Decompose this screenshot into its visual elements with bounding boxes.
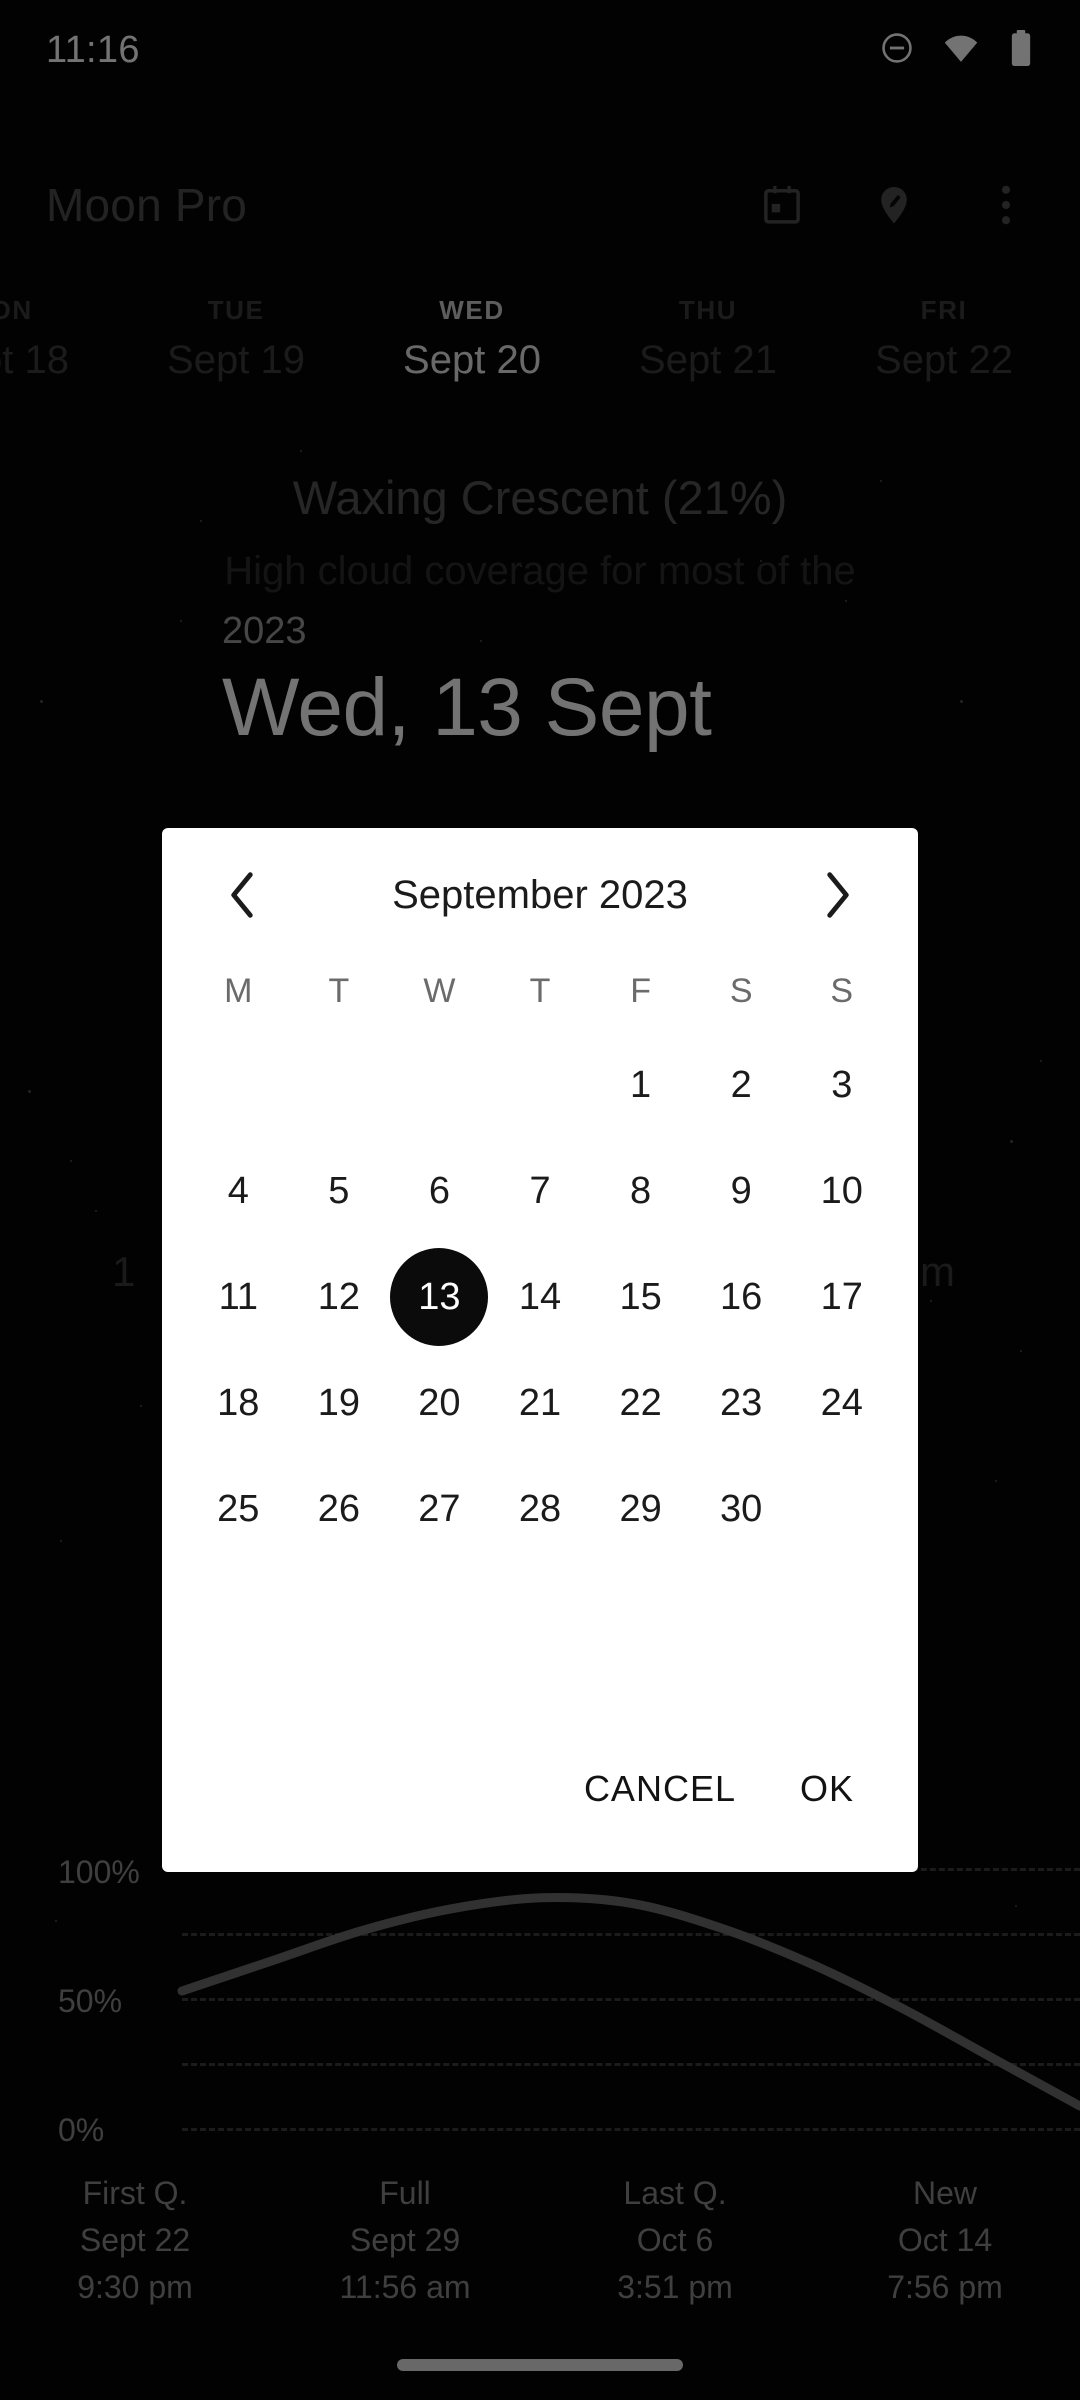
calendar-day[interactable]: 28 bbox=[490, 1456, 591, 1562]
calendar-day[interactable]: 15 bbox=[590, 1244, 691, 1350]
chevron-right-icon[interactable] bbox=[806, 863, 870, 927]
calendar-week-row: 25 26 27 28 29 30 bbox=[188, 1456, 892, 1562]
chevron-left-icon[interactable] bbox=[210, 863, 274, 927]
calendar-day[interactable]: 16 bbox=[691, 1244, 792, 1350]
calendar-month-title: September 2023 bbox=[392, 872, 688, 917]
cancel-button[interactable]: CANCEL bbox=[578, 1758, 742, 1820]
calendar-weekday: T bbox=[328, 971, 350, 1010]
calendar-day[interactable]: 7 bbox=[490, 1138, 591, 1244]
calendar-day[interactable]: 5 bbox=[289, 1138, 390, 1244]
calendar-day[interactable]: 11 bbox=[188, 1244, 289, 1350]
date-picker-dialog: September 2023 MTWTFSS 1 2 3 4 5 6 7 8 9 10 11 12 13… bbox=[162, 828, 918, 1872]
calendar-weekday: S bbox=[830, 971, 854, 1010]
calendar-day-empty bbox=[389, 1032, 490, 1138]
calendar-day-selected[interactable]: 13 bbox=[389, 1244, 490, 1350]
calendar-week-row: 11 12 13 14 15 16 17 bbox=[188, 1244, 892, 1350]
calendar-day[interactable]: 24 bbox=[791, 1350, 892, 1456]
calendar-day[interactable]: 21 bbox=[490, 1350, 591, 1456]
calendar-weekday: T bbox=[529, 971, 551, 1010]
ok-button[interactable]: OK bbox=[794, 1758, 860, 1820]
calendar-day[interactable]: 6 bbox=[389, 1138, 490, 1244]
calendar-day[interactable]: 20 bbox=[389, 1350, 490, 1456]
calendar-day-empty bbox=[791, 1456, 892, 1562]
calendar-day[interactable]: 1 bbox=[590, 1032, 691, 1138]
calendar-week-row: 4 5 6 7 8 9 10 bbox=[188, 1138, 892, 1244]
calendar-day-empty bbox=[188, 1032, 289, 1138]
calendar-day[interactable]: 2 bbox=[691, 1032, 792, 1138]
calendar-weekday: S bbox=[729, 971, 753, 1010]
calendar-day[interactable]: 4 bbox=[188, 1138, 289, 1244]
calendar-day[interactable]: 27 bbox=[389, 1456, 490, 1562]
calendar-day[interactable]: 25 bbox=[188, 1456, 289, 1562]
calendar-header: September 2023 bbox=[162, 840, 918, 950]
calendar-day[interactable]: 14 bbox=[490, 1244, 591, 1350]
calendar-day[interactable]: 30 bbox=[691, 1456, 792, 1562]
calendar-day[interactable]: 26 bbox=[289, 1456, 390, 1562]
calendar-weekday-row: MTWTFSS bbox=[188, 950, 892, 1032]
calendar-day[interactable]: 18 bbox=[188, 1350, 289, 1456]
calendar-day[interactable]: 23 bbox=[691, 1350, 792, 1456]
dialog-actions: CANCEL OK bbox=[162, 1758, 918, 1872]
calendar-day[interactable]: 3 bbox=[791, 1032, 892, 1138]
calendar-weekday: F bbox=[630, 971, 651, 1010]
calendar-day[interactable]: 17 bbox=[791, 1244, 892, 1350]
calendar-day[interactable]: 10 bbox=[791, 1138, 892, 1244]
calendar-day[interactable]: 29 bbox=[590, 1456, 691, 1562]
calendar-day-empty bbox=[289, 1032, 390, 1138]
calendar-day[interactable]: 22 bbox=[590, 1350, 691, 1456]
phone-screen: 11:16 Moon Pro bbox=[0, 0, 1080, 2400]
calendar-day[interactable]: 8 bbox=[590, 1138, 691, 1244]
calendar-day[interactable]: 19 bbox=[289, 1350, 390, 1456]
calendar-day-empty bbox=[490, 1032, 591, 1138]
calendar-weekday: W bbox=[423, 971, 456, 1010]
calendar-day[interactable]: 12 bbox=[289, 1244, 390, 1350]
calendar-week-row: 123 bbox=[188, 1032, 892, 1138]
calendar-weeks: 1 2 3 4 5 6 7 8 9 10 11 12 13 14 15 16 17 18 19 20 21 22 23 24 2… bbox=[188, 1032, 892, 1562]
calendar-week-row: 18 19 20 21 22 23 24 bbox=[188, 1350, 892, 1456]
calendar-grid: MTWTFSS 1 2 3 4 5 6 7 8 9 10 11 12 13 14 15 16 17 18 19 20 2… bbox=[162, 950, 918, 1562]
calendar-weekday: M bbox=[224, 971, 253, 1010]
calendar-day[interactable]: 9 bbox=[691, 1138, 792, 1244]
